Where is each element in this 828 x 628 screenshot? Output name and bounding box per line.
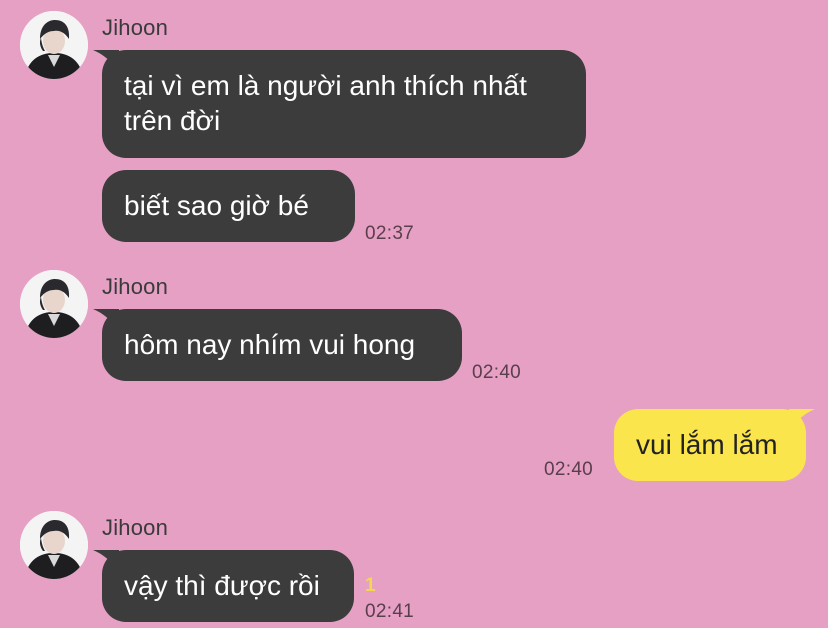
profile-photo-icon bbox=[20, 270, 88, 338]
message-timestamp: 02:41 bbox=[365, 601, 415, 622]
incoming-message-bubble[interactable]: hôm nay nhím vui hong bbox=[93, 309, 462, 381]
incoming-message-bubble[interactable]: vậy thì được rồi bbox=[93, 550, 354, 622]
sender-avatar[interactable] bbox=[20, 511, 88, 579]
sender-avatar[interactable] bbox=[20, 270, 88, 338]
message-text: vậy thì được rồi bbox=[124, 570, 320, 601]
message-timestamp: 02:37 bbox=[365, 223, 415, 244]
message-text: hôm nay nhím vui hong bbox=[124, 329, 416, 360]
profile-photo-icon bbox=[20, 511, 88, 579]
message-timestamp: 02:40 bbox=[544, 459, 594, 480]
sender-name: Jihoon bbox=[102, 274, 169, 299]
sender-avatar[interactable] bbox=[20, 11, 88, 79]
message-text: tại vì em là người anh thích nhất trên đ… bbox=[124, 70, 527, 136]
bubble-tail-icon bbox=[93, 50, 119, 74]
incoming-message-bubble[interactable]: biết sao giờ bé bbox=[102, 170, 355, 242]
bubble-tail-icon bbox=[93, 550, 119, 574]
sender-name: Jihoon bbox=[102, 515, 169, 540]
incoming-message-bubble[interactable]: tại vì em là người anh thích nhất trên đ… bbox=[93, 50, 586, 158]
message-text: vui lắm lắm bbox=[636, 429, 778, 460]
outgoing-message-bubble[interactable]: vui lắm lắm bbox=[614, 409, 815, 481]
unread-count-badge: 1 bbox=[365, 575, 376, 596]
message-text: biết sao giờ bé bbox=[124, 190, 309, 221]
bubble-tail-icon bbox=[93, 309, 119, 333]
bubble-tail-icon bbox=[789, 409, 815, 433]
profile-photo-icon bbox=[20, 11, 88, 79]
sender-name: Jihoon bbox=[102, 15, 169, 40]
message-timestamp: 02:40 bbox=[472, 362, 522, 383]
